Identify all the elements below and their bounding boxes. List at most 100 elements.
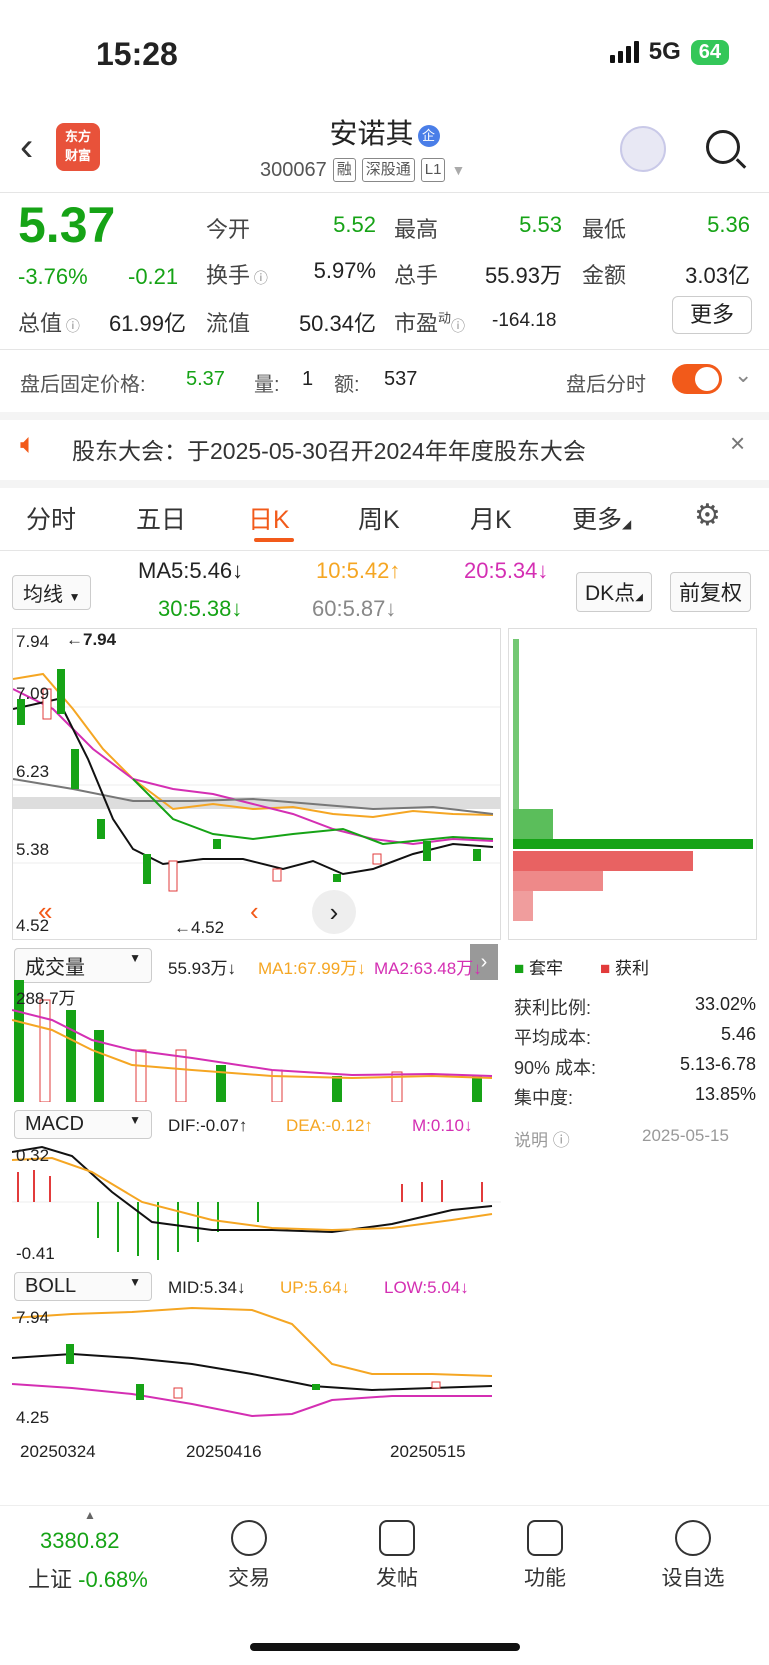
stock-name: 安诺其 bbox=[329, 118, 414, 149]
chip-legend-trap: ■ 套牢 bbox=[514, 959, 564, 978]
candle bbox=[272, 868, 282, 882]
chip-trap-bars bbox=[513, 639, 753, 849]
search-icon[interactable] bbox=[706, 130, 740, 164]
chip-stat-label: 集中度: bbox=[514, 1088, 574, 1108]
candle bbox=[473, 849, 481, 861]
turnover-label[interactable]: 换手 ⓘ bbox=[206, 258, 268, 290]
tab-more[interactable]: 更多◢ bbox=[572, 500, 631, 536]
chevron-down-icon: ▼ bbox=[451, 162, 466, 178]
indicator-select-volume[interactable]: 成交量 ▼ bbox=[14, 948, 152, 983]
after-hours-amt: 537 bbox=[384, 368, 418, 390]
stock-code-row[interactable]: 300067 融 深股通 L1 ▼ bbox=[260, 158, 465, 182]
chip-stat-value: 5.46 bbox=[720, 1024, 756, 1044]
ma20-value: 20:5.34↓ bbox=[464, 558, 549, 583]
chip-profit-bars bbox=[513, 851, 693, 921]
macd-m: M:0.10↓ bbox=[412, 1116, 473, 1135]
high-label: 最高 bbox=[394, 217, 439, 242]
assistant-robot-icon[interactable] bbox=[620, 126, 666, 172]
chip-note[interactable]: 说明 ⓘ bbox=[514, 1126, 570, 1151]
chip-stat-value: 33.02% bbox=[694, 994, 756, 1014]
status-indicators: 5G 64 bbox=[609, 38, 729, 66]
period-tabs: 分时 五日 日K 周K 月K 更多◢ bbox=[0, 500, 769, 540]
scroll-right-icon[interactable]: › bbox=[312, 890, 356, 934]
amount-value: 3.03亿 bbox=[685, 263, 750, 288]
tab-weekly-k[interactable]: 周K bbox=[358, 500, 400, 536]
close-icon[interactable]: × bbox=[730, 428, 745, 459]
ma10-value: 10:5.42↑ bbox=[316, 558, 401, 583]
adjust-button[interactable]: 前复权 bbox=[670, 572, 751, 612]
volume-chart bbox=[12, 980, 493, 1102]
after-hours-vol-label: 量: bbox=[254, 374, 280, 396]
more-button[interactable]: 更多 bbox=[672, 296, 752, 334]
indicator-select-boll[interactable]: BOLL ▼ bbox=[14, 1272, 152, 1301]
tab-daily-k[interactable]: 日K bbox=[248, 500, 290, 536]
tab-five-day[interactable]: 五日 bbox=[136, 500, 186, 536]
tag-level: L1 bbox=[420, 158, 446, 182]
scroll-left-fast-icon[interactable]: « bbox=[38, 896, 52, 927]
float-label: 流值 bbox=[206, 311, 251, 336]
boll-chart bbox=[12, 1306, 493, 1418]
more-dots-icon bbox=[675, 1520, 711, 1556]
after-hours-label: 盘后固定价格: bbox=[20, 374, 146, 396]
amount-label: 金额 bbox=[582, 263, 627, 288]
tab-intraday[interactable]: 分时 bbox=[26, 500, 76, 536]
nav-post[interactable]: 发帖 bbox=[342, 1520, 452, 1592]
settings-gear-icon[interactable]: ⚙ bbox=[694, 498, 721, 533]
notice-text[interactable]: 股东大会：于2025-05-30召开2024年年度股东大会 bbox=[72, 432, 586, 466]
speaker-icon: 🔈︎ bbox=[20, 428, 37, 459]
scroll-left-icon[interactable]: ‹ bbox=[250, 896, 259, 927]
indicator-select-ma[interactable]: 均线 ▼ bbox=[12, 575, 92, 610]
boll-mid: MID:5.34↓ bbox=[168, 1278, 246, 1297]
chip-legend-profit: ■ 获利 bbox=[600, 959, 650, 978]
candle bbox=[57, 669, 65, 714]
kline-low-mark: ←4.52 bbox=[174, 918, 225, 937]
after-hours-toggle[interactable] bbox=[672, 364, 722, 394]
ma20-line bbox=[13, 688, 494, 846]
index-row[interactable]: 上证 -0.68% bbox=[28, 1562, 148, 1594]
chip-date: 2025-05-15 bbox=[642, 1126, 729, 1145]
open-value: 5.52 bbox=[333, 212, 376, 237]
expand-up-icon[interactable]: ▲ bbox=[84, 1508, 96, 1522]
kline-y-top: 7.94 bbox=[16, 632, 50, 651]
ma60-value: 60:5.87↓ bbox=[312, 596, 397, 621]
mcap-label[interactable]: 总值 ⓘ bbox=[18, 306, 80, 338]
change-pct: -3.76% bbox=[18, 264, 88, 289]
grid-icon bbox=[527, 1520, 563, 1556]
battery-icon: 64 bbox=[690, 39, 729, 65]
open-label: 今开 bbox=[206, 217, 251, 242]
kline-chart[interactable] bbox=[12, 628, 501, 940]
status-time: 15:28 bbox=[96, 36, 178, 72]
trade-icon bbox=[231, 1520, 267, 1556]
chevron-down-icon[interactable]: ⌄ bbox=[734, 362, 752, 388]
dk-point-button[interactable]: DK点◢ bbox=[576, 572, 652, 612]
boll-low: LOW:5.04↓ bbox=[384, 1278, 469, 1297]
after-hours-amt-label: 额: bbox=[334, 374, 360, 396]
volume-label: 总手 bbox=[394, 263, 439, 288]
nav-watchlist[interactable]: 设自选 bbox=[638, 1520, 748, 1592]
pe-label[interactable]: 市盈动ⓘ bbox=[394, 306, 465, 338]
kline-y3: 6.23 bbox=[16, 762, 50, 781]
chip-stat-value: 13.85% bbox=[694, 1084, 756, 1104]
signal-icon bbox=[609, 41, 639, 63]
boll-y-bottom: 4.25 bbox=[16, 1408, 50, 1427]
tab-monthly-k[interactable]: 月K bbox=[470, 500, 512, 536]
boll-y-top: 7.94 bbox=[16, 1308, 50, 1327]
macd-dif: DIF:-0.07↑ bbox=[168, 1116, 248, 1135]
ma30-value: 30:5.38↓ bbox=[158, 596, 243, 621]
home-indicator bbox=[250, 1643, 520, 1651]
index-value[interactable]: 3380.82 bbox=[40, 1528, 120, 1554]
ma10-line bbox=[13, 672, 494, 819]
candle bbox=[143, 854, 151, 884]
candle bbox=[423, 841, 431, 861]
chip-stat-label: 90% 成本: bbox=[514, 1058, 597, 1078]
volume-ma1: MA1:67.99万↓ bbox=[258, 959, 366, 978]
indicator-select-macd[interactable]: MACD ▼ bbox=[14, 1110, 152, 1139]
nav-trade[interactable]: 交易 bbox=[194, 1520, 304, 1592]
kline-y2: 7.09 bbox=[16, 684, 50, 703]
volume-ma2: MA2:63.48万↓ bbox=[374, 959, 482, 978]
nav-functions[interactable]: 功能 bbox=[490, 1520, 600, 1592]
date-label: 20250416 bbox=[186, 1442, 262, 1461]
candle bbox=[213, 839, 221, 849]
ma5-value: MA5:5.46↓ bbox=[138, 558, 244, 583]
candle bbox=[71, 749, 79, 789]
